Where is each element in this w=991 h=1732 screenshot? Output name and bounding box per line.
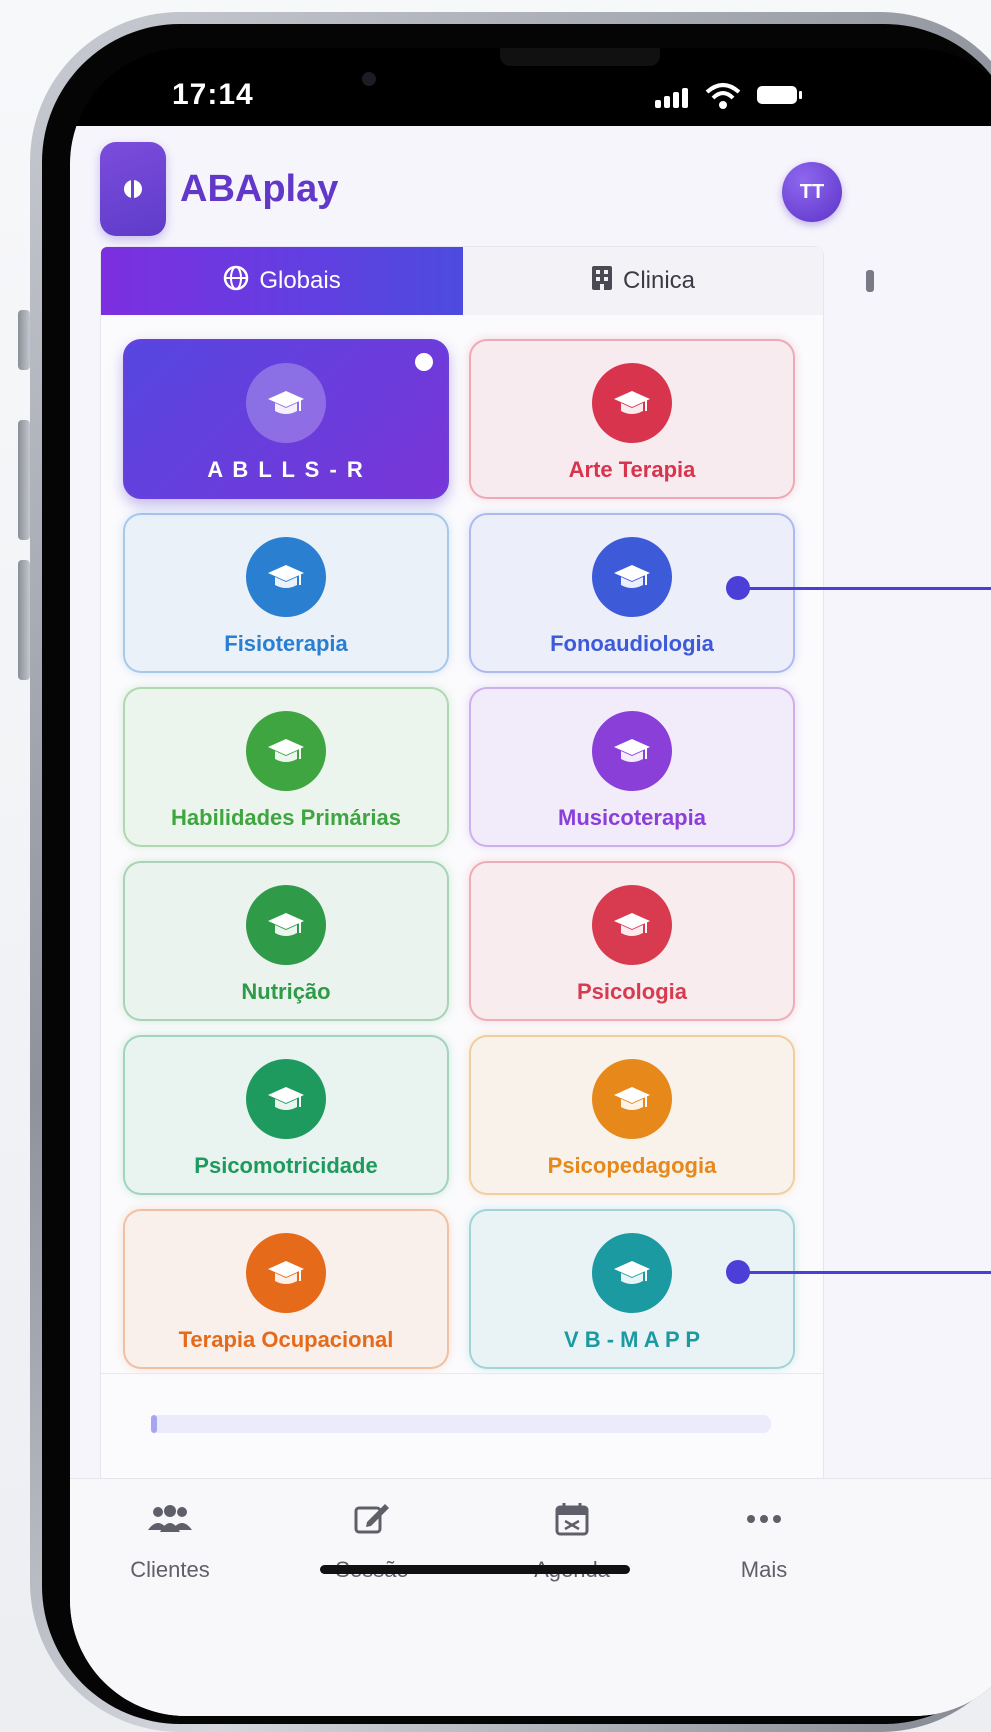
graduation-cap-icon	[592, 1059, 672, 1139]
users-icon	[146, 1499, 194, 1539]
graduation-cap-icon	[246, 1233, 326, 1313]
status-time: 17:14	[172, 78, 254, 111]
more-icon	[746, 1499, 782, 1539]
protocol-tile-label: Habilidades Primárias	[171, 805, 401, 830]
protocol-tile[interactable]: Psicopedagogia	[469, 1035, 795, 1195]
protocol-tile[interactable]: Arte Terapia	[469, 339, 795, 499]
protocol-tile-label: Psicologia	[576, 979, 688, 1004]
user-avatar[interactable]: TT	[782, 162, 842, 222]
logo-icon	[124, 180, 142, 198]
app-header: ABAplay TT	[70, 126, 991, 246]
protocol-tile-label: A B L L S - R	[207, 457, 365, 482]
protocol-tile-label: V B - M A P P	[563, 1327, 701, 1352]
callout-line-vbmapp	[744, 1271, 991, 1274]
globe-icon	[223, 265, 249, 297]
graduation-cap-icon	[246, 363, 326, 443]
volume-down-button	[18, 560, 30, 680]
graduation-cap-icon	[592, 1233, 672, 1313]
status-icons	[655, 78, 815, 114]
building-icon	[591, 265, 613, 297]
nav-item-mais[interactable]: Mais	[694, 1499, 834, 1583]
graduation-cap-icon	[592, 711, 672, 791]
home-indicator[interactable]	[320, 1565, 630, 1574]
protocol-tile[interactable]: Fisioterapia	[123, 513, 449, 673]
signal-icon	[673, 92, 679, 108]
speaker-notch	[500, 48, 660, 66]
protocol-tile[interactable]: Habilidades Primárias	[123, 687, 449, 847]
tab-bar: Globais Clinica	[101, 247, 823, 315]
protocol-tile-label: Fonoaudiologia	[550, 631, 714, 656]
signal-icon	[655, 100, 661, 108]
wifi-icon	[705, 83, 741, 109]
tab-clinica-label: Clinica	[622, 267, 696, 294]
graduation-cap-icon	[246, 711, 326, 791]
nav-item-clientes[interactable]: Clientes	[100, 1499, 240, 1583]
front-camera	[362, 72, 376, 86]
protocol-tile[interactable]: Nutrição	[123, 861, 449, 1021]
edit-icon	[353, 1499, 391, 1539]
protocol-tile[interactable]: Psicomotricidade	[123, 1035, 449, 1195]
tab-clinica[interactable]: Clinica	[463, 247, 823, 315]
protocol-tile-label: Arte Terapia	[568, 457, 696, 482]
signal-icon	[664, 96, 670, 108]
protocol-tile[interactable]: Psicologia	[469, 861, 795, 1021]
protocol-tile-label: Terapia Ocupacional	[178, 1327, 394, 1352]
protocol-tile[interactable]: V B - M A P P	[469, 1209, 795, 1369]
protocol-tile[interactable]: A B L L S - R	[123, 339, 449, 499]
graduation-cap-icon	[246, 885, 326, 965]
screenshot-stage: 17:14 ABAplay TT Globais Clinica A B L L…	[0, 0, 991, 1732]
graduation-cap-icon	[246, 1059, 326, 1139]
protocol-tile-label: Psicomotricidade	[194, 1153, 378, 1178]
phone-screen: 17:14 ABAplay TT Globais Clinica A B L L…	[70, 48, 991, 1716]
signal-icon	[682, 88, 688, 108]
loading-strip	[151, 1415, 771, 1433]
calendar-icon	[554, 1499, 590, 1539]
callout-line-fonoaudiologia	[744, 587, 991, 590]
selected-indicator	[415, 353, 433, 371]
protocol-tile-label: Nutrição	[241, 979, 331, 1004]
nav-label-clientes: Clientes	[130, 1557, 210, 1582]
tab-globais-label: Globais	[259, 267, 341, 294]
protocol-tile-label: Psicopedagogia	[547, 1153, 717, 1178]
protocol-tile[interactable]: Terapia Ocupacional	[123, 1209, 449, 1369]
protocol-tile-label: Fisioterapia	[224, 631, 348, 656]
protocol-tile[interactable]: Musicoterapia	[469, 687, 795, 847]
app-logo[interactable]	[100, 142, 166, 236]
graduation-cap-icon	[246, 537, 326, 617]
panel-divider	[101, 1373, 823, 1374]
scrollbar-thumb[interactable]	[866, 270, 874, 292]
graduation-cap-icon	[592, 363, 672, 443]
tab-globais[interactable]: Globais	[101, 247, 463, 315]
app-title: ABAplay	[180, 168, 339, 210]
graduation-cap-icon	[592, 885, 672, 965]
app-container: ABAplay TT Globais Clinica A B L L S - R…	[70, 126, 991, 1716]
nav-label-mais: Mais	[740, 1557, 788, 1582]
graduation-cap-icon	[592, 537, 672, 617]
volume-up-button	[18, 420, 30, 540]
protocols-panel: Globais Clinica A B L L S - R Arte Terapi…	[100, 246, 824, 1488]
protocol-tile-label: Musicoterapia	[558, 805, 706, 830]
mute-switch	[18, 310, 30, 370]
battery-tip	[799, 91, 802, 99]
battery-icon	[757, 86, 797, 104]
bottom-navigation: Clientes Sessão Agenda	[70, 1478, 991, 1716]
